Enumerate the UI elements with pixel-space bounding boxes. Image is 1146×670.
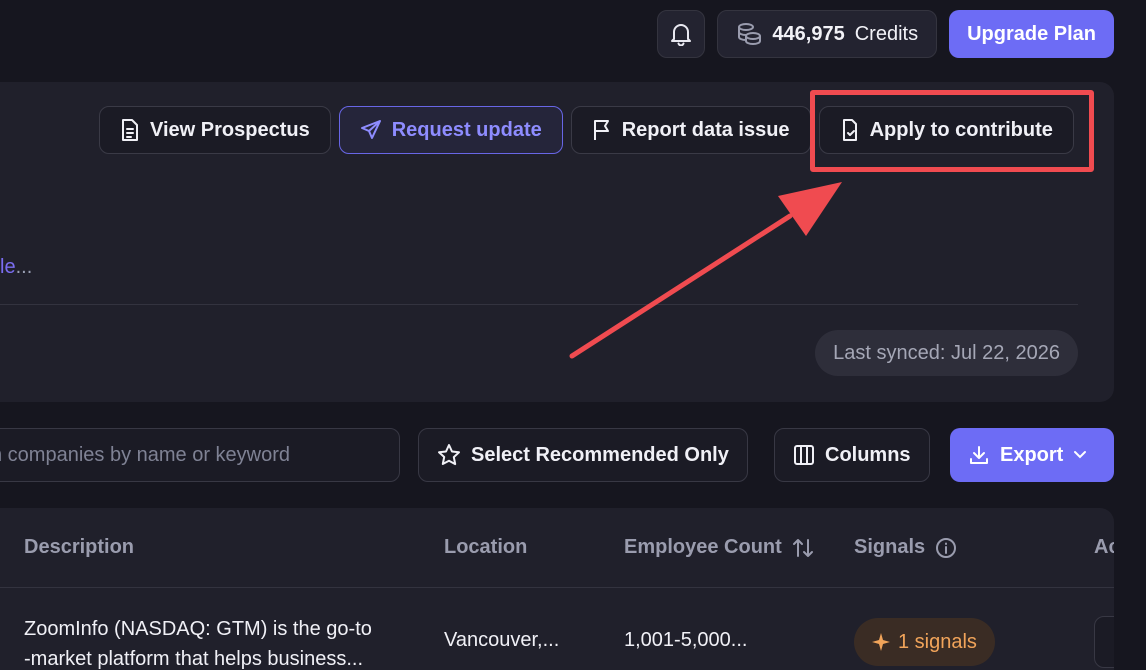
view-prospectus-button[interactable]: View Prospectus (99, 106, 331, 154)
signals-badge-label: 1 signals (898, 630, 977, 653)
export-label: Export (1000, 443, 1064, 466)
table-row-location: Vancouver,... (444, 629, 560, 651)
chevron-down-icon (1074, 451, 1087, 459)
select-recommended-button[interactable]: Select Recommended Only (418, 428, 748, 482)
table-header: Description Location Employee Count Sign… (0, 508, 1114, 588)
annotation-highlight-box (810, 90, 1094, 172)
notifications-button[interactable] (657, 10, 706, 58)
column-header-employee-count[interactable]: Employee Count (624, 536, 814, 559)
document-icon (122, 119, 138, 141)
star-icon (438, 444, 460, 466)
coins-icon (738, 23, 762, 46)
column-header-actions[interactable]: Ac (1094, 536, 1114, 559)
view-prospectus-label: View Prospectus (150, 118, 310, 141)
upgrade-plan-button[interactable]: Upgrade Plan (949, 10, 1114, 58)
report-data-issue-label: Report data issue (621, 118, 790, 141)
table-row-employee-count: 1,001-5,000... (624, 629, 748, 651)
request-update-button[interactable]: Request update (338, 106, 563, 154)
credits-label: Credits (854, 22, 919, 45)
export-button[interactable]: Export (950, 428, 1114, 482)
columns-icon (794, 445, 814, 465)
column-header-signals-label: Signals (854, 536, 926, 558)
read-more-link[interactable]: le (0, 256, 16, 278)
sort-icon[interactable] (792, 538, 814, 558)
companies-table: Description Location Employee Count Sign… (0, 508, 1114, 670)
panel-divider (0, 304, 1078, 305)
table-row-description: ZoomInfo (NASDAQ: GTM) is the go-to -mar… (24, 614, 414, 670)
app-root: 446,975 Credits Upgrade Plan View Prospe… (0, 0, 1146, 670)
column-header-signals[interactable]: Signals (854, 536, 957, 559)
ellipsis-text: ... (15, 256, 33, 278)
flag-icon (593, 120, 609, 140)
download-icon (970, 446, 988, 464)
sparkle-icon (872, 633, 890, 651)
company-search-input[interactable] (0, 428, 400, 482)
report-data-issue-button[interactable]: Report data issue (570, 106, 811, 154)
info-icon[interactable] (935, 537, 957, 559)
column-header-employee-count-label: Employee Count (624, 536, 782, 558)
last-synced-badge: Last synced: Jul 22, 2026 (815, 330, 1078, 376)
send-icon (360, 120, 381, 139)
description-line-2: -market platform that helps business... (24, 648, 364, 670)
column-header-location-label: Location (444, 536, 528, 558)
column-header-description[interactable]: Description (24, 536, 134, 559)
description-more-link[interactable]: le... (0, 256, 32, 279)
top-bar: 446,975 Credits Upgrade Plan (657, 10, 1114, 58)
credits-indicator[interactable]: 446,975 Credits (717, 10, 938, 58)
select-recommended-label: Select Recommended Only (471, 443, 729, 466)
columns-label: Columns (825, 443, 911, 466)
row-action-button[interactable] (1094, 616, 1114, 668)
request-update-label: Request update (391, 118, 542, 141)
credits-value: 446,975 (772, 22, 845, 45)
bell-icon (671, 24, 692, 46)
column-header-actions-label: Ac (1094, 536, 1114, 558)
description-line-1: ZoomInfo (NASDAQ: GTM) is the go-to (24, 618, 372, 640)
columns-button[interactable]: Columns (774, 428, 930, 482)
signals-badge[interactable]: 1 signals (854, 618, 995, 666)
column-header-location[interactable]: Location (444, 536, 527, 559)
column-header-description-label: Description (24, 536, 135, 558)
